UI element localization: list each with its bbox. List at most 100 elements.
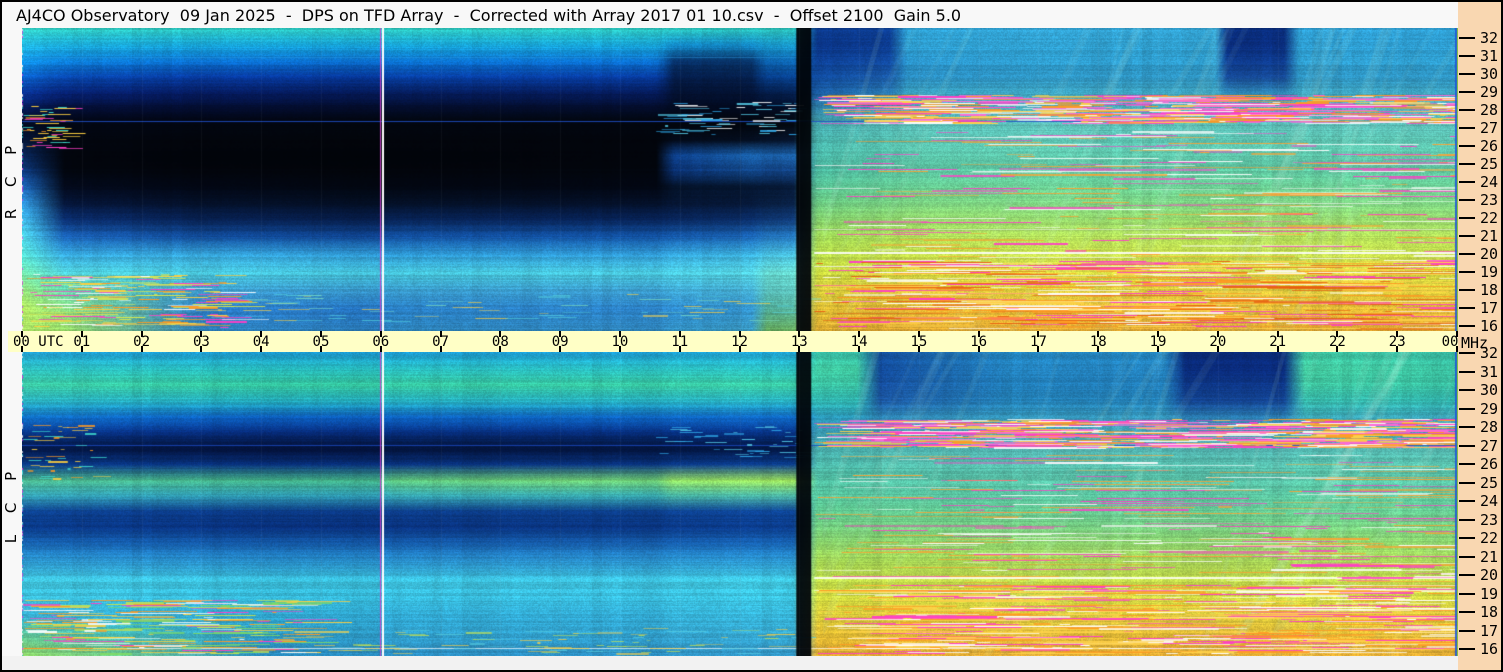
freq-tick-label: 29 [1480, 399, 1499, 418]
bottom-margin [2, 656, 1458, 670]
freq-tick-label: 28 [1480, 101, 1499, 119]
freq-tick [1459, 307, 1475, 309]
freq-tick [1459, 73, 1475, 75]
freq-tick [1459, 518, 1475, 521]
freq-tick [1459, 426, 1475, 428]
time-tick-label: 18 [1089, 334, 1107, 350]
freq-tick [1459, 444, 1475, 447]
freq-tick-label: 25 [1480, 473, 1499, 492]
freq-tick-label: 21 [1480, 547, 1499, 566]
time-tick-label: 02 [133, 334, 150, 350]
freq-tick-label: 27 [1480, 119, 1499, 137]
time-tick-label: 13 [790, 334, 808, 350]
time-tick-label: 14 [850, 334, 868, 350]
freq-tick-label: 17 [1480, 621, 1499, 640]
time-tick-label: 23 [1388, 334, 1406, 350]
freq-tick-label: 24 [1480, 173, 1499, 191]
time-tick-label: 17 [1030, 334, 1047, 350]
time-tick-label: 22 [1328, 334, 1346, 350]
time-axis: 00 UTC 01 02 03 04 05 06 07 08 09 10 11 12 13 14 15 16 17… [8, 331, 1458, 352]
freq-tick [1459, 253, 1475, 255]
freq-tick [1459, 271, 1475, 273]
freq-tick [1459, 325, 1475, 327]
freq-tick-label: 32 [1480, 29, 1499, 47]
freq-tick-label: 24 [1480, 492, 1499, 510]
freq-tick-label: 23 [1480, 191, 1499, 209]
freq-tick [1459, 91, 1475, 93]
freq-tick [1459, 109, 1475, 111]
lcp-spectrogram [22, 352, 1458, 656]
freq-tick-label: 22 [1480, 529, 1499, 547]
time-tick-label: 09 [551, 334, 569, 350]
freq-tick [1459, 648, 1475, 650]
freq-tick [1459, 500, 1475, 502]
freq-tick-label: 20 [1480, 566, 1499, 584]
freq-tick [1459, 574, 1475, 576]
freq-tick-label: 18 [1480, 603, 1499, 621]
time-tick-label: 19 [1149, 334, 1167, 350]
freq-tick [1459, 181, 1475, 183]
time-tick-label: 01 [73, 334, 91, 350]
freq-tick [1459, 389, 1475, 391]
freq-tick-label: 26 [1480, 137, 1499, 155]
freq-tick [1459, 407, 1475, 410]
freq-tick-label: 30 [1480, 381, 1499, 399]
freq-tick [1459, 217, 1475, 219]
freq-tick-label: 19 [1480, 584, 1499, 603]
rcp-panel-label: R C P [2, 140, 20, 220]
time-tick-label: 20 [1209, 334, 1227, 350]
freq-tick [1459, 55, 1475, 57]
freq-tick-label: 31 [1480, 47, 1499, 65]
freq-tick [1459, 163, 1475, 165]
freq-tick-label: 19 [1480, 263, 1499, 281]
time-tick-label: 08 [491, 334, 509, 350]
freq-tick-label: 20 [1480, 245, 1499, 263]
freq-tick-label: 26 [1480, 455, 1499, 473]
mhz-unit-label: MHz [1461, 334, 1489, 352]
freq-tick [1459, 289, 1475, 291]
freq-tick [1459, 592, 1475, 595]
freq-tick-label: 27 [1480, 436, 1499, 455]
freq-tick [1459, 352, 1475, 354]
freq-tick-label: 21 [1480, 227, 1499, 245]
time-tick-label: 21 [1269, 334, 1287, 350]
time-tick-label: 00 UTC [13, 334, 64, 350]
freq-tick-label: 16 [1480, 317, 1499, 335]
freq-tick [1459, 555, 1475, 558]
lcp-panel-label: L C P [2, 466, 20, 544]
freq-tick [1459, 235, 1475, 237]
freq-tick-label: 18 [1480, 281, 1499, 299]
freq-tick-label: 28 [1480, 418, 1499, 436]
freq-tick [1459, 37, 1475, 39]
freq-tick [1459, 127, 1475, 129]
freq-tick-label: 16 [1480, 640, 1499, 658]
freq-tick-label: 31 [1480, 362, 1499, 381]
time-tick-label: 07 [432, 334, 449, 350]
freq-tick-label: 22 [1480, 209, 1499, 227]
time-tick-label: 12 [731, 334, 748, 350]
freq-tick [1459, 611, 1475, 613]
time-tick-label: 11 [671, 334, 689, 350]
freq-tick-label: 29 [1480, 83, 1499, 101]
freq-tick [1459, 537, 1475, 539]
freq-tick [1459, 370, 1475, 373]
freq-tick-label: 23 [1480, 510, 1499, 529]
time-tick-label: 04 [252, 334, 270, 350]
title-bar: AJ4CO Observatory 09 Jan 2025 - DPS on T… [2, 2, 1458, 28]
freq-tick [1459, 629, 1475, 632]
spectrograph-page: { "title": "AJ4CO Observatory 09 Jan 202… [0, 0, 1503, 672]
freq-tick [1459, 481, 1475, 484]
time-tick-label: 15 [910, 334, 928, 350]
freq-tick [1459, 199, 1475, 201]
time-tick-label: 05 [312, 334, 330, 350]
freq-tick-label: 30 [1480, 65, 1499, 83]
time-tick-label: 03 [192, 334, 210, 350]
rcp-spectrogram [22, 28, 1458, 331]
time-tick-label: 16 [970, 334, 988, 350]
freq-tick [1459, 145, 1475, 147]
freq-tick-label: 25 [1480, 155, 1499, 173]
freq-tick-label: 17 [1480, 299, 1499, 317]
time-tick-label: 10 [611, 334, 629, 350]
time-tick-label: 06 [372, 334, 390, 350]
freq-tick [1459, 463, 1475, 465]
